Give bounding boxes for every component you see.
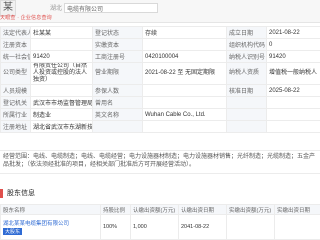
info-row: 法定代表人 杜某某 登记状态 存续 成立日期 2021-08-22 [0, 26, 320, 39]
col-header: 认缴出资日期 [178, 204, 227, 215]
info-value: 增值税一般纳税人 [266, 62, 320, 85]
info-label: 注册地址 [0, 120, 31, 133]
info-label: 工商注册号 [92, 50, 143, 63]
info-value: 武汉市市场监督管理局 [30, 96, 93, 109]
info-value [30, 38, 93, 51]
info-value [142, 120, 227, 133]
info-value [266, 108, 320, 121]
sub-date-cell: 2041-08-22 [178, 214, 227, 240]
top-bar: 某 天眼查 · 企业信息查询 湖北 电缆有限公司 [0, 0, 320, 23]
business-scope-text: 经营范围：电线、电缆制造；电线、电缆经营；电力设施器材制造；电力设施器材销售；光… [3, 154, 316, 168]
business-scope: 经营范围：电线、电缆制造；电线、电缆经营；电力设施器材制造；电力设施器材销售；光… [0, 150, 320, 174]
info-value [266, 96, 320, 109]
section-marker [0, 189, 3, 198]
info-label: 法定代表人 [0, 26, 31, 39]
info-label: 登记机关 [0, 96, 31, 109]
col-header: 认缴出资额(万元) [130, 204, 179, 215]
info-label: 注册资本 [0, 38, 31, 51]
search-box[interactable]: 湖北 电缆有限公司 [50, 3, 160, 15]
info-row: 人员规模 参保人数 核准日期 2025-08-22 [0, 84, 320, 97]
info-value [266, 120, 320, 133]
info-value[interactable]: 杜某某 [30, 26, 93, 39]
info-value: 湖北省武汉市东湖新技术开发区光谷大道某号 [30, 120, 93, 133]
info-label: 登记状态 [92, 26, 143, 39]
info-row: 注册地址湖北省武汉市东湖新技术开发区光谷大道某号 [0, 120, 320, 133]
col-header: 持股比例 [100, 204, 131, 215]
table-row: 湖北某某电缆集团有限公司 大股东 100% 1,000 2041-08-22 [0, 214, 320, 240]
info-value [142, 84, 227, 97]
brand-text: 天眼查 · 企业信息查询 [0, 15, 52, 21]
info-value: 存续 [142, 26, 227, 39]
info-label: 公司类型 [0, 62, 31, 85]
subscribed-cell: 1,000 [130, 214, 179, 240]
info-label: 曾用名 [92, 96, 143, 109]
info-value: 91420 [30, 50, 93, 63]
col-header: 股东名称 [0, 204, 101, 215]
info-value [142, 96, 227, 109]
shareholder-name-link[interactable]: 湖北某某电缆集团有限公司 [3, 219, 98, 227]
info-value: Wuhan Cable Co., Ltd. [142, 108, 227, 121]
info-value: 2025-08-22 [266, 84, 320, 97]
info-label [226, 96, 267, 109]
table-header-row: 股东名称 持股比例 认缴出资额(万元) 认缴出资日期 实缴出资额(万元) 实缴出… [0, 204, 320, 215]
info-value: 91420 [266, 50, 320, 63]
info-label: 参保人数 [92, 84, 143, 97]
info-value: 0420100004 [142, 50, 227, 63]
info-value: 2021-08-22 至 无固定期限 [142, 62, 227, 85]
col-header: 实缴出资日期 [274, 204, 320, 215]
info-value [30, 84, 93, 97]
paid-cell [226, 214, 275, 240]
info-label: 组织机构代码 [226, 38, 267, 51]
search-location[interactable]: 湖北 [50, 3, 62, 12]
major-shareholder-badge: 大股东 [3, 228, 23, 235]
search-input[interactable]: 电缆有限公司 [64, 3, 158, 13]
info-value: 制造业 [30, 108, 93, 121]
info-row: 所属行业 制造业 英文名称 Wuhan Cable Co., Ltd. [0, 108, 320, 121]
company-info-table: 法定代表人 杜某某 登记状态 存续 成立日期 2021-08-22 注册资本 实缴资本 组织机构… [0, 26, 320, 133]
info-value: 2021-08-22 [266, 26, 320, 39]
info-label: 实缴资本 [92, 38, 143, 51]
info-label [92, 120, 143, 133]
section-title: 股东信息 [7, 190, 35, 197]
info-label: 纳税人资质 [226, 62, 267, 85]
info-value [142, 38, 227, 51]
info-label: 纳税人识别号 [226, 50, 267, 63]
info-label: 人员规模 [0, 84, 31, 97]
info-value: 0 [266, 38, 320, 51]
ratio-cell: 100% [100, 214, 131, 240]
shareholder-table: 股东名称 持股比例 认缴出资额(万元) 认缴出资日期 实缴出资额(万元) 实缴出… [0, 204, 320, 240]
info-label: 成立日期 [226, 26, 267, 39]
info-label: 统一社会信用代码 [0, 50, 31, 63]
info-label [226, 108, 267, 121]
section-header: 股东信息 [0, 187, 320, 199]
info-label: 核准日期 [226, 84, 267, 97]
info-row: 统一社会信用代码91420工商注册号0420100004纳税人识别号91420 [0, 50, 320, 63]
paid-date-cell [274, 214, 320, 240]
info-row: 登记机关 武汉市市场监督管理局 曾用名 [0, 96, 320, 109]
info-label: 营业期限 [92, 62, 143, 85]
info-label [226, 120, 267, 133]
col-header: 实缴出资额(万元) [226, 204, 275, 215]
info-label: 所属行业 [0, 108, 31, 121]
shareholder-cell: 湖北某某电缆集团有限公司 大股东 [0, 214, 101, 240]
info-value: 有限责任公司（自然人投资或控股的法人独资） [30, 62, 93, 85]
info-label: 英文名称 [92, 108, 143, 121]
info-row: 公司类型 有限责任公司（自然人投资或控股的法人独资） 营业期限 2021-08-22 … [0, 62, 320, 85]
info-row: 注册资本 实缴资本 组织机构代码 0 [0, 38, 320, 51]
